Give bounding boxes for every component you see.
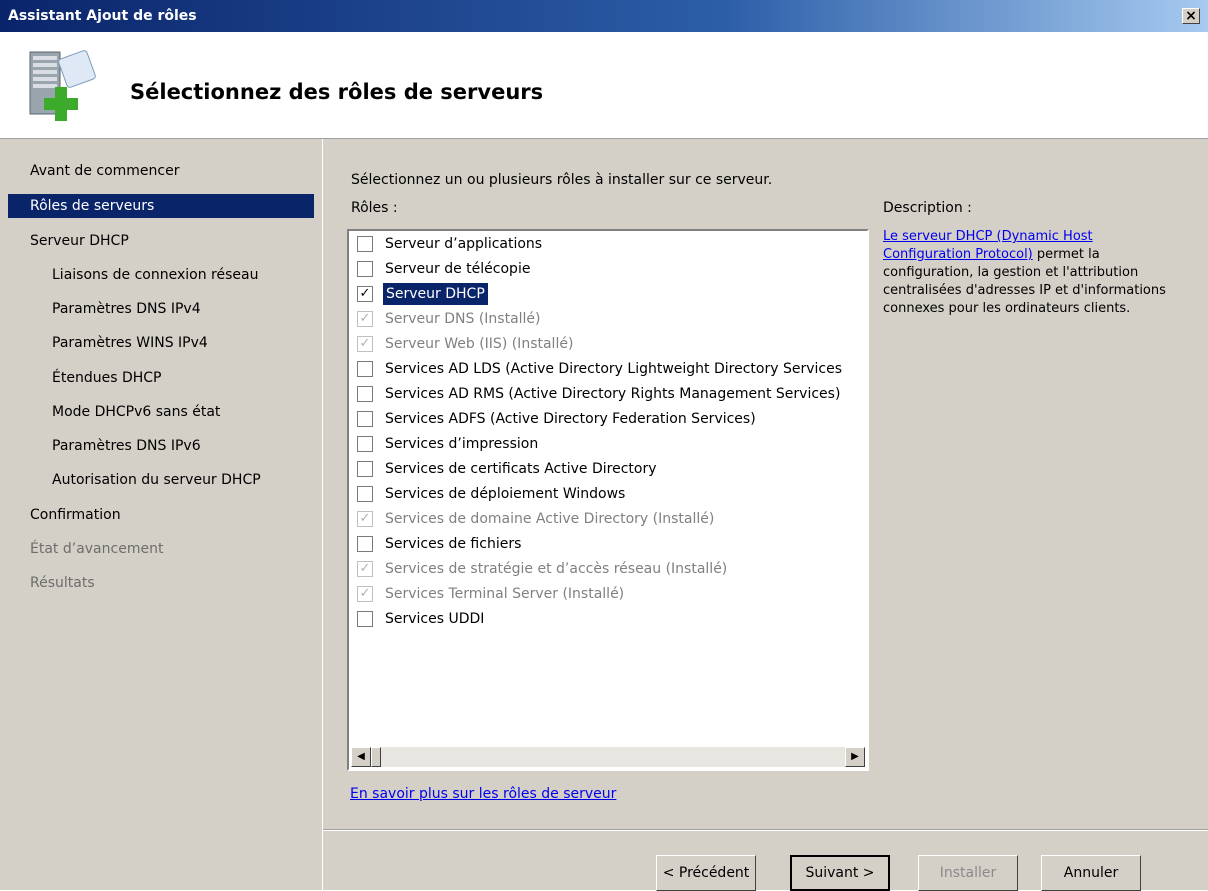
roles-listbox[interactable]: Serveur d’applications Serveur de téléco…: [347, 229, 869, 771]
horizontal-scrollbar[interactable]: ◀ ▶: [351, 747, 865, 767]
role-checkbox[interactable]: [357, 611, 373, 627]
role-checkbox[interactable]: [357, 361, 373, 377]
step-avant-de-commencer[interactable]: Avant de commencer: [30, 163, 179, 179]
role-checkbox: ✓: [357, 511, 373, 527]
step-etendues-dhcp[interactable]: Étendues DHCP: [52, 370, 161, 386]
wizard-header: Sélectionnez des rôles de serveurs: [0, 32, 1208, 139]
role-label: Services de certificats Active Directory: [385, 461, 657, 477]
role-label: Serveur DHCP: [383, 283, 488, 305]
role-checkbox[interactable]: [357, 411, 373, 427]
main-panel: Sélectionnez un ou plusieurs rôles à ins…: [323, 139, 1208, 891]
role-checkbox: ✓: [357, 586, 373, 602]
wizard-steps-sidebar: Avant de commencer Rôles de serveurs Ser…: [0, 139, 323, 890]
next-button[interactable]: Suivant >: [790, 855, 890, 891]
page-heading: Sélectionnez des rôles de serveurs: [130, 80, 544, 104]
step-resultats: Résultats: [30, 575, 95, 591]
role-checkbox[interactable]: [357, 236, 373, 252]
step-mode-dhcpv6-sans-etat[interactable]: Mode DHCPv6 sans état: [52, 404, 220, 420]
step-etat-avancement: État d’avancement: [30, 541, 164, 557]
role-label: Services AD LDS (Active Directory Lightw…: [385, 361, 843, 377]
role-checkbox[interactable]: [357, 386, 373, 402]
role-checkbox[interactable]: [357, 261, 373, 277]
window-title: Assistant Ajout de rôles: [8, 8, 197, 24]
role-label: Services Terminal Server (Installé): [385, 586, 625, 602]
role-label: Services de fichiers: [385, 536, 522, 552]
role-checkbox: ✓: [357, 561, 373, 577]
scroll-right-icon[interactable]: ▶: [845, 747, 865, 767]
description-label: Description :: [883, 200, 972, 216]
role-label: Services de stratégie et d’accès réseau …: [385, 561, 728, 577]
description-text: Le serveur DHCP (Dynamic Host Configurat…: [883, 228, 1183, 318]
cancel-button[interactable]: Annuler: [1041, 855, 1141, 891]
step-autorisation-serveur-dhcp[interactable]: Autorisation du serveur DHCP: [52, 472, 261, 488]
step-liaisons-connexion-reseau[interactable]: Liaisons de connexion réseau: [52, 267, 258, 283]
close-button[interactable]: ×: [1182, 8, 1200, 24]
role-checkbox[interactable]: [357, 436, 373, 452]
scroll-left-icon[interactable]: ◀: [351, 747, 371, 767]
role-label: Serveur d’applications: [385, 236, 543, 252]
scroll-thumb[interactable]: [371, 747, 381, 767]
footer-divider: [323, 829, 1208, 831]
step-parametres-wins-ipv4[interactable]: Paramètres WINS IPv4: [52, 335, 208, 351]
role-label: Services de domaine Active Directory (In…: [385, 511, 715, 527]
role-checkbox[interactable]: ✓: [357, 286, 373, 302]
install-button: Installer: [918, 855, 1018, 891]
role-label: Serveur Web (IIS) (Installé): [385, 336, 574, 352]
step-confirmation[interactable]: Confirmation: [30, 507, 121, 523]
role-label: Services AD RMS (Active Directory Rights…: [385, 386, 841, 402]
role-label: Services de déploiement Windows: [385, 486, 626, 502]
title-bar: Assistant Ajout de rôles ×: [0, 0, 1208, 32]
learn-more-link[interactable]: En savoir plus sur les rôles de serveur: [350, 786, 616, 802]
role-checkbox: ✓: [357, 336, 373, 352]
role-label: Services UDDI: [385, 611, 485, 627]
previous-button[interactable]: < Précédent: [656, 855, 756, 891]
step-roles-de-serveurs[interactable]: Rôles de serveurs: [8, 194, 314, 218]
role-checkbox[interactable]: [357, 536, 373, 552]
role-checkbox[interactable]: [357, 461, 373, 477]
step-parametres-dns-ipv4[interactable]: Paramètres DNS IPv4: [52, 301, 201, 317]
role-label: Serveur de télécopie: [385, 261, 531, 277]
role-label: Serveur DNS (Installé): [385, 311, 541, 327]
server-add-icon: [29, 50, 96, 121]
step-parametres-dns-ipv6[interactable]: Paramètres DNS IPv6: [52, 438, 201, 454]
instruction-text: Sélectionnez un ou plusieurs rôles à ins…: [351, 172, 773, 188]
step-serveur-dhcp[interactable]: Serveur DHCP: [30, 233, 129, 249]
role-checkbox[interactable]: [357, 486, 373, 502]
role-checkbox: ✓: [357, 311, 373, 327]
role-label: Services d’impression: [385, 436, 539, 452]
role-label: Services ADFS (Active Directory Federati…: [385, 411, 756, 427]
roles-label: Rôles :: [351, 200, 398, 216]
